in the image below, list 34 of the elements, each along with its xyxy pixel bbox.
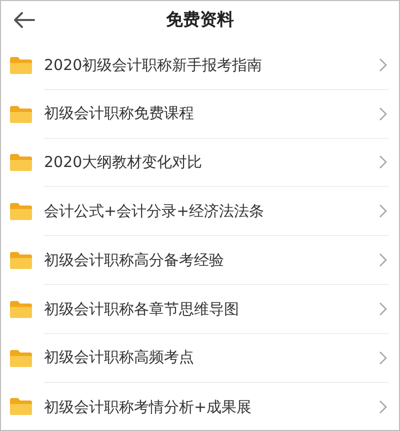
item-label: 会计公式+会计分录+经济法法条	[44, 201, 266, 222]
chevron-right-icon	[379, 204, 387, 218]
folder-list-item[interactable]: 初级会计职称高分备考经验	[1, 236, 399, 285]
folder-icon	[10, 252, 32, 270]
chevron-right-icon	[379, 106, 387, 121]
chevron-right-icon	[379, 155, 387, 170]
folder-icon	[10, 300, 32, 318]
folder-icon	[10, 398, 32, 416]
folder-icon	[10, 56, 32, 74]
item-label: 初级会计职称考情分析+成果展	[44, 396, 253, 418]
item-label: 初级会计职称各章节思维导图	[44, 298, 240, 320]
back-button[interactable]	[11, 9, 37, 31]
folder-icon	[10, 350, 32, 367]
item-label: 初级会计职称高分备考经验	[44, 250, 225, 271]
folder-list-item[interactable]: 初级会计职称免费课程	[1, 90, 399, 139]
chevron-right-icon	[379, 58, 387, 72]
folder-list-item[interactable]: 会计公式+会计分录+经济法法条	[1, 187, 399, 236]
folder-icon	[10, 203, 32, 220]
chevron-right-icon	[379, 400, 387, 414]
folder-list-item[interactable]: 2020初级会计职称新手报考指南	[1, 41, 399, 90]
folder-list-item[interactable]: 初级会计职称考情分析+成果展	[1, 382, 399, 430]
page-title: 免费资料	[166, 9, 234, 32]
chevron-right-icon	[379, 253, 387, 268]
chevron-right-icon	[379, 350, 387, 365]
folder-list-item[interactable]: 2020大纲教材变化对比	[1, 138, 399, 188]
chevron-right-icon	[379, 302, 387, 316]
folder-icon	[10, 154, 32, 172]
folder-list-item[interactable]: 初级会计职称各章节思维导图	[1, 284, 399, 334]
folder-icon	[10, 106, 32, 123]
item-label: 初级会计职称免费课程	[44, 103, 195, 124]
item-label: 2020初级会计职称新手报考指南	[44, 54, 264, 76]
folder-list-item[interactable]: 初级会计职称高频考点	[1, 334, 399, 383]
item-label: 初级会计职称高频考点	[44, 347, 195, 368]
item-label: 2020大纲教材变化对比	[44, 152, 204, 174]
